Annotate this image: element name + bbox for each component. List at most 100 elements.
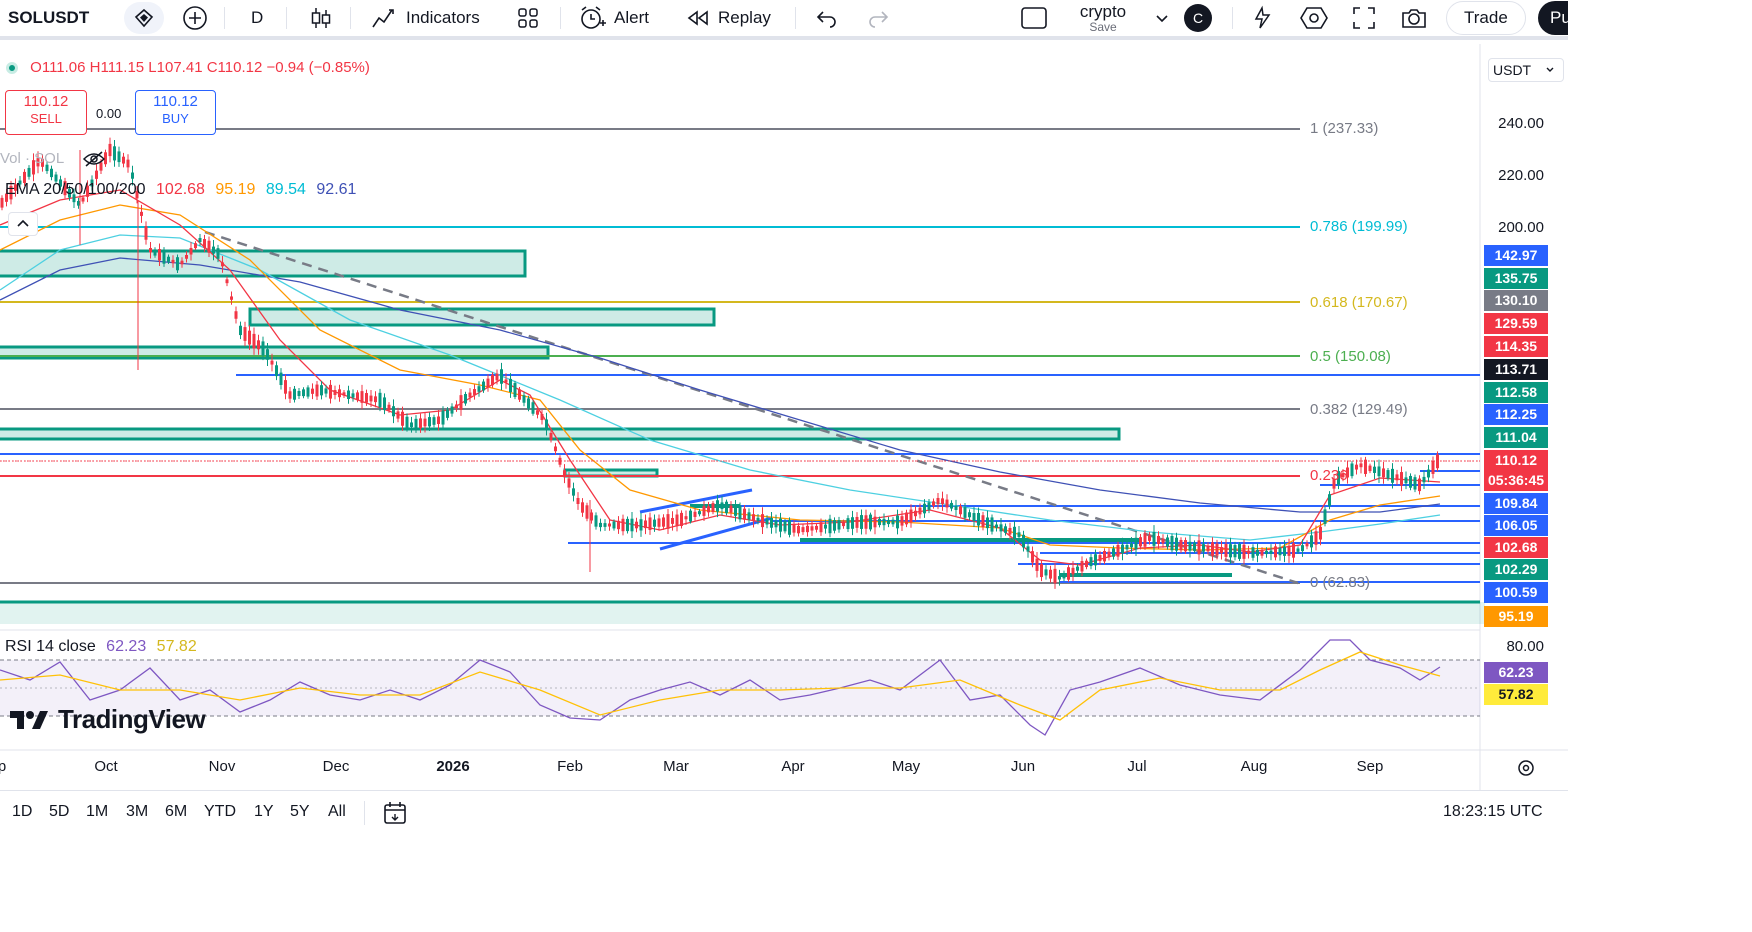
range-button-5d[interactable]: 5D (49, 803, 69, 821)
candle-body (1179, 539, 1183, 551)
candle-body (1251, 547, 1255, 558)
candle-body (882, 518, 886, 526)
candle-body (293, 388, 296, 400)
collapse-legend-button[interactable] (8, 212, 38, 236)
candle-body (1220, 547, 1223, 554)
range-button-ytd[interactable]: YTD (204, 803, 236, 821)
utc-clock[interactable]: 18:23:15 UTC (1443, 803, 1543, 821)
candle-body (248, 330, 251, 345)
range-button-3m[interactable]: 3M (126, 803, 148, 821)
candle-body (1287, 545, 1291, 556)
range-button-1m[interactable]: 1M (86, 803, 108, 821)
candle-body (1022, 534, 1025, 548)
currency-select[interactable]: USDT (1488, 58, 1564, 82)
volume-legend: Vol · SOL (0, 150, 106, 167)
candle-body (689, 510, 692, 522)
range-button-1d[interactable]: 1D (12, 803, 32, 821)
candle-body (1386, 470, 1390, 479)
candle-body (509, 378, 512, 393)
market-status-dot (6, 62, 18, 75)
range-button-6m[interactable]: 6M (165, 803, 187, 821)
candle-body (959, 506, 962, 515)
rsi-legend: RSI 14 close 62.23 57.82 (5, 638, 197, 655)
candle-body (162, 250, 166, 264)
candle-body (0, 197, 4, 208)
price-badge: 129.59 (1484, 313, 1548, 334)
candle-body (1188, 541, 1192, 551)
candle-body (878, 518, 881, 526)
candle-body (1229, 544, 1232, 558)
range-button-1y[interactable]: 1Y (254, 803, 274, 821)
candle-body (567, 478, 571, 488)
candle-body (225, 279, 229, 284)
candle-body (981, 515, 985, 528)
candle-body (338, 389, 341, 398)
candle-body (1265, 550, 1268, 555)
price-tick-label: 240.00 (1498, 115, 1544, 132)
candle-body (329, 384, 332, 399)
fib-level-label: 0.236 (1310, 467, 1348, 484)
candle-body (860, 515, 863, 529)
candle-body (1076, 566, 1079, 571)
candle-body (180, 260, 184, 265)
candle-body (896, 515, 899, 529)
candle-body (711, 503, 715, 513)
ema200-line (0, 257, 1441, 513)
candle-body (1197, 540, 1201, 555)
eye-crossed-icon[interactable] (82, 151, 106, 167)
candle-body (95, 170, 98, 179)
candle-body (1233, 545, 1237, 558)
candle-body (707, 506, 710, 513)
candle-body (464, 394, 467, 404)
spread-value: 0.00 (96, 106, 122, 121)
candle-body (743, 508, 746, 520)
candle-body (909, 509, 913, 523)
candle-body (1413, 477, 1417, 490)
candle-body (1242, 544, 1246, 559)
candle-body (1400, 472, 1403, 486)
tradingview-watermark[interactable]: TradingView (8, 704, 206, 735)
fib-level-label: 0.5 (150.08) (1310, 348, 1391, 365)
candle-body (527, 398, 530, 409)
price-badge: 102.68 (1484, 537, 1548, 558)
candle-body (626, 518, 629, 532)
zone-box[interactable] (248, 307, 716, 327)
sell-button[interactable]: 110.12 SELL (5, 90, 87, 135)
candle-body (1062, 573, 1066, 579)
price-badge: 100.59 (1484, 582, 1548, 603)
candle-body (171, 259, 175, 264)
buy-button[interactable]: 110.12 BUY (135, 90, 216, 135)
candle-body (140, 211, 143, 216)
candle-body (1125, 544, 1129, 550)
candle-body (486, 378, 490, 388)
candle-body (1143, 533, 1147, 547)
range-button-5y[interactable]: 5Y (290, 803, 310, 821)
candle-body (1292, 543, 1295, 558)
goto-date-button[interactable] (382, 800, 408, 831)
candle-body (1067, 567, 1070, 580)
price-badge: 110.12 (1484, 450, 1548, 471)
candle-body (117, 151, 121, 163)
candle-body (1031, 551, 1034, 563)
candle-body (1224, 544, 1228, 557)
candle-body (270, 360, 274, 365)
zone-box[interactable] (0, 427, 1121, 441)
candle-body (158, 249, 161, 261)
candle-body (963, 507, 967, 518)
range-button-all[interactable]: All (328, 803, 346, 821)
candle-body (275, 365, 278, 377)
settings-circle-icon (1518, 760, 1534, 776)
price-tick-label: 220.00 (1498, 167, 1544, 184)
candle-body (968, 512, 971, 518)
candle-body (297, 390, 301, 397)
candle-body (153, 249, 157, 256)
candle-body (1391, 468, 1394, 483)
candle-body (990, 517, 994, 532)
candle-body (612, 521, 616, 529)
time-axis-settings-button[interactable] (1516, 758, 1536, 783)
time-tick-label: Mar (663, 758, 689, 775)
candle-body (518, 389, 521, 400)
candle-body (356, 392, 359, 401)
rsi-tick-label: 80.00 (1506, 638, 1544, 655)
zone-box[interactable] (0, 602, 1485, 624)
